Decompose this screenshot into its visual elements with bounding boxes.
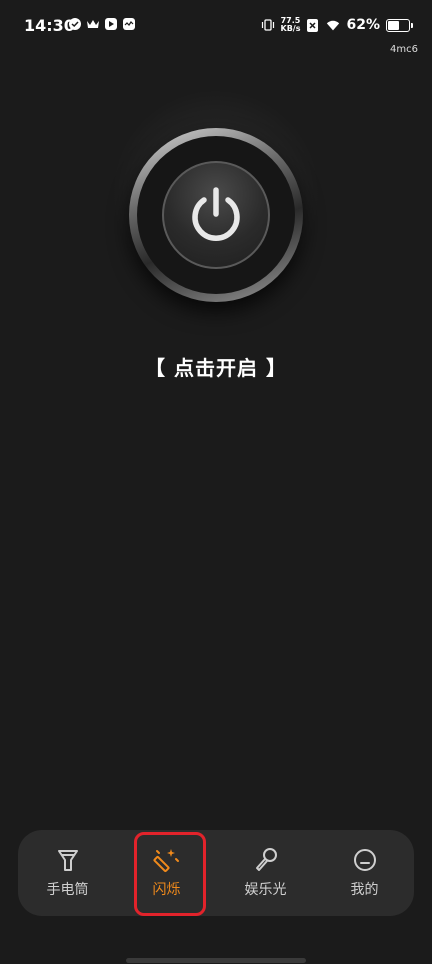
tab-label: 娱乐光 xyxy=(244,882,287,898)
chart-app-icon xyxy=(122,17,136,31)
tab-highlight-box xyxy=(134,832,206,916)
crown-icon xyxy=(86,17,100,31)
wifi-icon xyxy=(326,18,340,32)
status-bar: 14:30 77.5 KB/s 62% 4mc6 xyxy=(0,0,432,55)
tab-entertainment-light[interactable]: 娱乐光 xyxy=(216,830,315,916)
notification-icons xyxy=(68,17,136,31)
microphone-icon xyxy=(255,848,277,871)
net-speed: 77.5 KB/s xyxy=(280,16,301,33)
tab-label: 手电筒 xyxy=(46,882,89,898)
system-status: 77.5 KB/s 62% xyxy=(261,16,413,33)
check-circle-icon xyxy=(68,17,82,31)
profile-face-icon xyxy=(353,849,376,871)
power-icon xyxy=(192,187,240,241)
flashlight-icon xyxy=(57,850,78,871)
bottom-tab-bar: 手电筒 闪烁 娱乐光 我的 xyxy=(18,830,414,916)
no-sim-icon xyxy=(306,18,320,32)
vibrate-icon xyxy=(261,18,275,32)
battery-level xyxy=(388,20,399,30)
tab-flashlight[interactable]: 手电筒 xyxy=(18,830,117,916)
tap-to-start-hint: 【 点击开启 】 xyxy=(145,356,287,380)
watermark: 4mc6 xyxy=(390,44,418,55)
tab-mine[interactable]: 我的 xyxy=(315,830,414,916)
battery-percent: 62% xyxy=(346,17,380,33)
home-indicator xyxy=(126,958,306,963)
tab-label: 我的 xyxy=(350,882,379,898)
play-app-icon xyxy=(104,17,118,31)
power-button[interactable] xyxy=(99,88,333,322)
battery-icon xyxy=(386,18,413,32)
